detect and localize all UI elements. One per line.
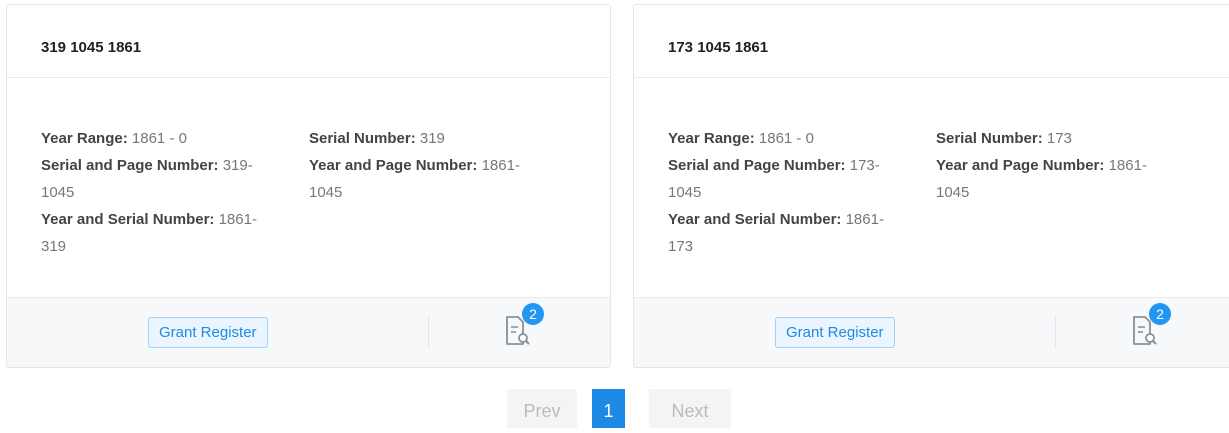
field-year-serial: Year and Serial Number: 1861- 319 — [41, 206, 306, 260]
field-value: 1861- — [481, 157, 520, 174]
card-title: 173 1045 1861 — [634, 5, 1229, 78]
footer-divider — [428, 315, 429, 349]
field-serial-page: Serial and Page Number: 173- 1045 — [668, 152, 933, 206]
field-value-cont: 1045 — [309, 184, 343, 201]
card-title: 319 1045 1861 — [7, 5, 610, 78]
field-label: Serial and Page Number: — [41, 157, 219, 174]
field-label: Serial and Page Number: — [668, 157, 846, 174]
field-value: 173 — [1046, 130, 1072, 147]
field-label: Year and Serial Number: — [41, 211, 215, 228]
details-left-column: Year Range: 1861 - 0 Serial and Page Num… — [668, 125, 933, 260]
record-card: 173 1045 1861 Year Range: 1861 - 0 Seria… — [633, 4, 1229, 368]
grant-register-tag[interactable]: Grant Register — [148, 317, 268, 348]
document-search-icon[interactable]: 2 — [1131, 303, 1171, 349]
card-footer: Grant Register 2 — [7, 297, 610, 367]
field-value-cont: 319 — [41, 238, 67, 255]
field-value-cont: 173 — [668, 238, 694, 255]
field-label: Year and Page Number: — [936, 157, 1105, 174]
field-value: 319- — [222, 157, 253, 174]
prev-page-button[interactable]: Prev — [507, 389, 577, 428]
details-left-column: Year Range: 1861 - 0 Serial and Page Num… — [41, 125, 306, 260]
field-serial-number: Serial Number: 319 — [309, 125, 574, 152]
grant-register-tag[interactable]: Grant Register — [775, 317, 895, 348]
results-grid: 319 1045 1861 Year Range: 1861 - 0 Seria… — [0, 0, 1229, 380]
field-serial-number: Serial Number: 173 — [936, 125, 1201, 152]
next-page-button[interactable]: Next — [649, 389, 731, 428]
field-value: 1861 - 0 — [131, 130, 187, 147]
field-value: 1861- — [218, 211, 257, 228]
field-label: Year Range: — [668, 130, 755, 147]
footer-divider — [1055, 315, 1056, 349]
count-badge: 2 — [522, 303, 544, 325]
field-year-serial: Year and Serial Number: 1861- 173 — [668, 206, 933, 260]
details-right-column: Serial Number: 319 Year and Page Number:… — [309, 125, 574, 206]
field-year-range: Year Range: 1861 - 0 — [41, 125, 306, 152]
field-value: 319 — [419, 130, 445, 147]
record-card: 319 1045 1861 Year Range: 1861 - 0 Seria… — [6, 4, 611, 368]
card-body: Year Range: 1861 - 0 Serial and Page Num… — [634, 78, 1229, 298]
field-label: Year and Serial Number: — [668, 211, 842, 228]
field-year-page: Year and Page Number: 1861- 1045 — [309, 152, 574, 206]
count-badge: 2 — [1149, 303, 1171, 325]
field-value-cont: 1045 — [41, 184, 75, 201]
field-label: Serial Number: — [309, 130, 416, 147]
field-value-cont: 1045 — [936, 184, 970, 201]
document-search-icon[interactable]: 2 — [504, 303, 544, 349]
field-label: Year and Page Number: — [309, 157, 478, 174]
field-year-page: Year and Page Number: 1861- 1045 — [936, 152, 1201, 206]
field-label: Year Range: — [41, 130, 128, 147]
field-value-cont: 1045 — [668, 184, 702, 201]
details-right-column: Serial Number: 173 Year and Page Number:… — [936, 125, 1201, 206]
field-value: 173- — [849, 157, 880, 174]
field-year-range: Year Range: 1861 - 0 — [668, 125, 933, 152]
page-1-button[interactable]: 1 — [592, 389, 625, 428]
card-footer: Grant Register 2 — [634, 297, 1229, 367]
field-value: 1861- — [1108, 157, 1147, 174]
field-value: 1861- — [845, 211, 884, 228]
field-value: 1861 - 0 — [758, 130, 814, 147]
card-body: Year Range: 1861 - 0 Serial and Page Num… — [7, 78, 610, 298]
field-label: Serial Number: — [936, 130, 1043, 147]
field-serial-page: Serial and Page Number: 319- 1045 — [41, 152, 306, 206]
